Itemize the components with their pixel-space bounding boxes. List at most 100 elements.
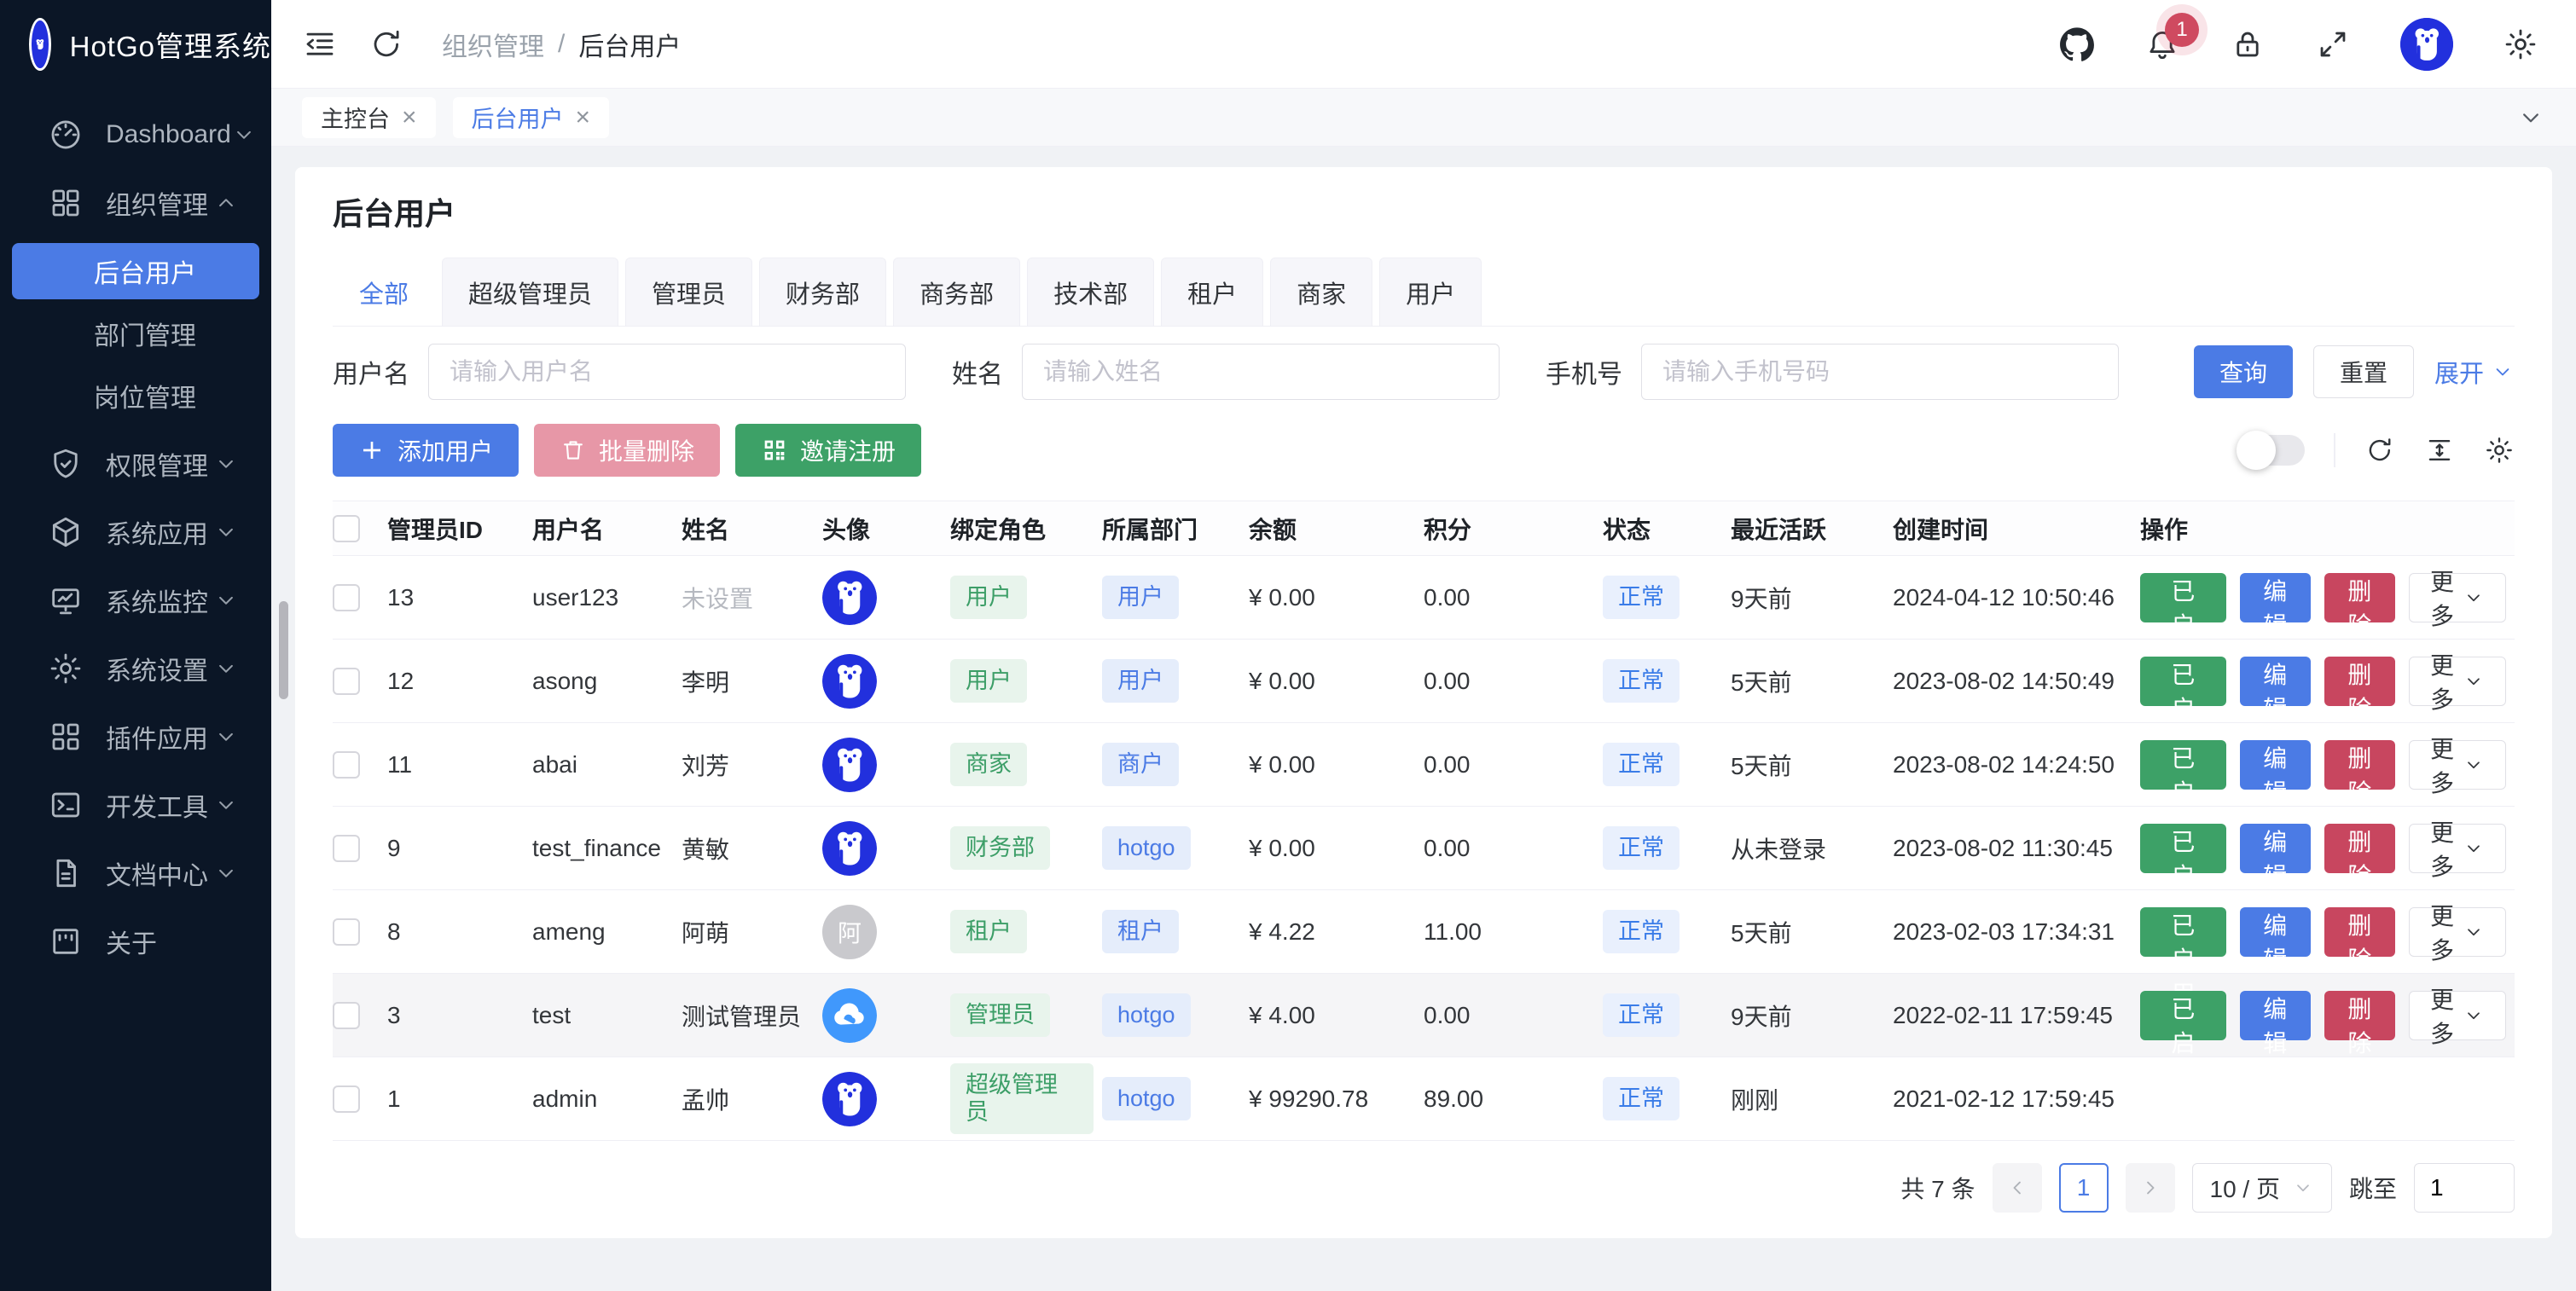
filter-tab[interactable]: 商家 (1270, 258, 1372, 326)
tab-backend-users[interactable]: 后台用户 × (453, 97, 610, 138)
select-all-checkbox[interactable] (333, 515, 360, 542)
edit-button[interactable]: 编辑 (2240, 991, 2311, 1040)
filter-tab[interactable]: 超级管理员 (442, 258, 618, 326)
chevron-down-icon (213, 588, 239, 613)
fullscreen-icon[interactable] (2315, 26, 2351, 62)
enabled-button[interactable]: 已启用 (2140, 573, 2226, 622)
search-input[interactable] (1022, 344, 1500, 400)
tab-console[interactable]: 主控台 × (302, 97, 436, 138)
breadcrumb-parent[interactable]: 组织管理 (442, 26, 544, 63)
reload-page-icon[interactable] (368, 26, 404, 62)
user-avatar[interactable] (2400, 18, 2453, 71)
more-button[interactable]: 更多 (2409, 907, 2506, 957)
enabled-button[interactable]: 已启用 (2140, 824, 2226, 873)
enabled-button[interactable]: 已启用 (2140, 907, 2226, 957)
row-checkbox[interactable] (333, 751, 360, 779)
sidebar-item[interactable]: 系统设置 (0, 634, 271, 703)
chevron-down-icon (2463, 837, 2485, 860)
row-checkbox[interactable] (333, 584, 360, 611)
role-badge: 管理员 (950, 993, 1050, 1037)
cell-admin-id: 8 (387, 918, 401, 945)
sidebar-item[interactable]: 开发工具 (0, 771, 271, 839)
qr-code-icon (761, 437, 788, 464)
edit-button[interactable]: 编辑 (2240, 657, 2311, 706)
sidebar-subitem[interactable]: 岗位管理 (12, 368, 259, 424)
jump-page-input[interactable] (2414, 1163, 2515, 1213)
delete-button[interactable]: 删除 (2324, 740, 2395, 790)
table-refresh-icon[interactable] (2364, 435, 2395, 466)
row-checkbox[interactable] (333, 918, 360, 946)
filter-tab[interactable]: 全部 (333, 258, 435, 326)
prev-page-button[interactable] (1993, 1163, 2042, 1213)
cube-icon (48, 514, 84, 550)
filter-tab[interactable]: 商务部 (893, 258, 1020, 326)
more-button[interactable]: 更多 (2409, 657, 2506, 706)
row-actions: 已启用编辑删除更多 (2140, 991, 2506, 1040)
sidebar-subitem[interactable]: 后台用户 (12, 243, 259, 299)
filter-tab[interactable]: 租户 (1161, 258, 1263, 326)
status-badge: 正常 (1603, 1077, 1680, 1120)
more-button[interactable]: 更多 (2409, 573, 2506, 622)
app-logo[interactable]: HotGo管理系统 (0, 0, 271, 89)
github-icon[interactable] (2059, 26, 2095, 62)
sidebar-item[interactable]: 文档中心 (0, 839, 271, 907)
query-button[interactable]: 查询 (2194, 345, 2293, 398)
row-checkbox[interactable] (333, 1002, 360, 1029)
row-checkbox[interactable] (333, 668, 360, 695)
search-input[interactable] (1641, 344, 2119, 400)
close-icon[interactable]: × (576, 105, 591, 130)
more-button[interactable]: 更多 (2409, 824, 2506, 873)
invite-register-button[interactable]: 邀请注册 (735, 424, 921, 477)
delete-button[interactable]: 删除 (2324, 991, 2395, 1040)
filter-tab[interactable]: 管理员 (625, 258, 752, 326)
delete-button[interactable]: 删除 (2324, 907, 2395, 957)
filter-tab[interactable]: 用户 (1379, 258, 1482, 326)
striped-toggle[interactable] (2238, 435, 2305, 466)
reset-button[interactable]: 重置 (2313, 345, 2414, 398)
next-page-button[interactable] (2126, 1163, 2175, 1213)
expand-toggle[interactable]: 展开 (2434, 354, 2515, 390)
scrollbar-thumb[interactable] (279, 601, 288, 699)
add-user-button[interactable]: 添加用户 (333, 424, 519, 477)
tabbar-chevron-down-icon[interactable] (2516, 103, 2545, 132)
notifications-bell-icon[interactable]: 1 (2144, 26, 2180, 62)
app-title: HotGo管理系统 (70, 24, 271, 65)
row-density-icon[interactable] (2424, 435, 2455, 466)
more-button[interactable]: 更多 (2409, 991, 2506, 1040)
column-settings-gear-icon[interactable] (2484, 435, 2515, 466)
page-size-select[interactable]: 10 / 页 (2192, 1163, 2332, 1213)
enabled-button[interactable]: 已启用 (2140, 740, 2226, 790)
page-number-button[interactable]: 1 (2059, 1163, 2109, 1213)
filter-tab[interactable]: 财务部 (759, 258, 886, 326)
more-button[interactable]: 更多 (2409, 740, 2506, 790)
edit-button[interactable]: 编辑 (2240, 907, 2311, 957)
lock-screen-icon[interactable] (2230, 26, 2266, 62)
batch-delete-button[interactable]: 批量删除 (534, 424, 720, 477)
sidebar-subitem[interactable]: 部门管理 (12, 305, 259, 362)
edit-button[interactable]: 编辑 (2240, 573, 2311, 622)
sidebar-item[interactable]: Dashboard (0, 101, 271, 169)
settings-gear-icon[interactable] (2503, 26, 2538, 62)
column-header: 管理员ID (387, 501, 532, 556)
enabled-button[interactable]: 已启用 (2140, 991, 2226, 1040)
row-checkbox[interactable] (333, 1085, 360, 1113)
sidebar-item[interactable]: 系统监控 (0, 566, 271, 634)
enabled-button[interactable]: 已启用 (2140, 657, 2226, 706)
edit-button[interactable]: 编辑 (2240, 740, 2311, 790)
delete-button[interactable]: 删除 (2324, 573, 2395, 622)
sidebar-item[interactable]: 系统应用 (0, 498, 271, 566)
search-input[interactable] (428, 344, 906, 400)
close-icon[interactable]: × (402, 105, 417, 130)
delete-button[interactable]: 删除 (2324, 824, 2395, 873)
sidebar-item[interactable]: 关于 (0, 907, 271, 975)
row-checkbox[interactable] (333, 835, 360, 862)
sidebar-item[interactable]: 组织管理 (0, 169, 271, 237)
delete-button[interactable]: 删除 (2324, 657, 2395, 706)
sidebar-item[interactable]: 插件应用 (0, 703, 271, 771)
sidebar-item[interactable]: 权限管理 (0, 430, 271, 498)
filter-tab[interactable]: 技术部 (1027, 258, 1154, 326)
sidebar-collapse-icon[interactable] (302, 26, 338, 62)
cell-points: 0.00 (1424, 584, 1471, 611)
user-avatar (822, 570, 877, 625)
edit-button[interactable]: 编辑 (2240, 824, 2311, 873)
